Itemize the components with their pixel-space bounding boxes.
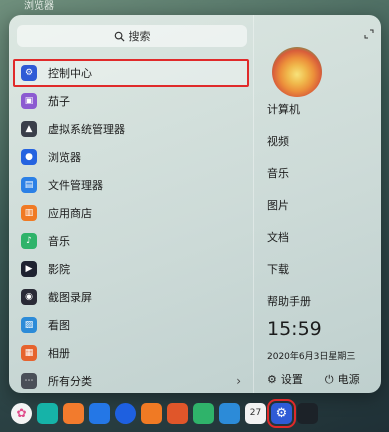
dock: ✿ 27 ⚙ <box>7 398 385 428</box>
app-item-browser[interactable]: ● 浏览器 <box>9 143 253 171</box>
app-item-label: 文件管理器 <box>48 179 103 192</box>
app-item-album[interactable]: ▦ 相册 <box>9 339 253 367</box>
app-item-label: 影院 <box>48 263 70 276</box>
app-item-file-manager[interactable]: ▤ 文件管理器 <box>9 171 253 199</box>
dock-browser-icon[interactable] <box>115 402 136 424</box>
link-help-manual[interactable]: 帮助手册 <box>267 293 311 309</box>
app-item-label: 截图录屏 <box>48 291 92 304</box>
app-item-label: 浏览器 <box>48 151 81 164</box>
launcher-left-pane: 搜索 ⚙ 控制中心 ▣ 茄子 ▲ 虚拟系统管理器 ● 浏览器 ▤ 文件管理器 ▥ 应用商店 ♪ 音乐 ▶ 影院… <box>9 15 253 393</box>
dock-store-icon[interactable] <box>141 402 162 424</box>
dock-control-center-icon[interactable]: ⚙ <box>267 398 296 428</box>
album-icon: ▦ <box>21 345 37 361</box>
app-item-label: 音乐 <box>48 235 70 248</box>
app-item-all-categories[interactable]: ⋯ 所有分类 › <box>9 367 253 393</box>
app-item-label: 控制中心 <box>48 67 92 80</box>
app-item-label: 茄子 <box>48 95 70 108</box>
link-music[interactable]: 音乐 <box>267 165 289 181</box>
search-icon <box>114 31 125 42</box>
clock-date: 2020年6月3日星期三 <box>267 352 356 362</box>
file-manager-icon: ▤ <box>21 177 37 193</box>
eggplant-icon: ▣ <box>21 93 37 109</box>
clock-time: 15:59 <box>267 318 322 340</box>
link-video[interactable]: 视频 <box>267 133 289 149</box>
dock-calendar-icon[interactable]: 27 <box>245 402 266 424</box>
browser-icon: ● <box>21 149 37 165</box>
virtual-machine-icon: ▲ <box>21 121 37 137</box>
dock-file-manager-icon[interactable] <box>89 402 110 424</box>
link-downloads[interactable]: 下载 <box>267 261 289 277</box>
launcher-window: 搜索 ⚙ 控制中心 ▣ 茄子 ▲ 虚拟系统管理器 ● 浏览器 ▤ 文件管理器 ▥ 应用商店 ♪ 音乐 ▶ 影院… <box>9 15 381 393</box>
dock-app-store-icon[interactable] <box>63 402 84 424</box>
app-item-virtual-machine[interactable]: ▲ 虚拟系统管理器 <box>9 115 253 143</box>
search-placeholder: 搜索 <box>128 30 151 43</box>
link-documents[interactable]: 文档 <box>267 229 289 245</box>
app-item-label: 应用商店 <box>48 207 92 220</box>
gear-icon: ⚙ <box>267 373 277 386</box>
app-store-icon: ▥ <box>21 205 37 221</box>
music-icon: ♪ <box>21 233 37 249</box>
app-item-image-viewer[interactable]: ▨ 看图 <box>9 311 253 339</box>
image-viewer-icon: ▨ <box>21 317 37 333</box>
search-box[interactable]: 搜索 <box>17 25 247 47</box>
launcher-icon[interactable]: ✿ <box>11 402 32 424</box>
link-pictures[interactable]: 图片 <box>267 197 289 213</box>
control-center-icon: ⚙ <box>21 65 37 81</box>
app-item-label: 相册 <box>48 347 70 360</box>
app-item-control-center[interactable]: ⚙ 控制中心 <box>13 59 249 87</box>
dock-terminal-icon[interactable] <box>297 402 318 424</box>
topbar-title: 浏览器 <box>24 1 54 12</box>
screenshot-icon: ◉ <box>21 289 37 305</box>
power-icon: ⏻ <box>324 373 334 386</box>
all-categories-icon: ⋯ <box>21 373 37 389</box>
fullscreen-expand-icon[interactable] <box>364 29 374 39</box>
settings-button[interactable]: ⚙ 设置 <box>267 371 303 387</box>
settings-label: 设置 <box>280 373 303 386</box>
bottom-actions: ⚙ 设置 ⏻ 电源 <box>267 371 360 387</box>
power-button[interactable]: ⏻ 电源 <box>325 371 360 387</box>
app-item-screenshot[interactable]: ◉ 截图录屏 <box>9 283 253 311</box>
user-avatar[interactable] <box>272 47 322 97</box>
multitask-view-icon[interactable] <box>37 402 58 424</box>
movie-icon: ▶ <box>21 261 37 277</box>
power-label: 电源 <box>337 373 360 386</box>
app-item-eggplant[interactable]: ▣ 茄子 <box>9 87 253 115</box>
chevron-right-icon: › <box>236 374 241 388</box>
app-list: ⚙ 控制中心 ▣ 茄子 ▲ 虚拟系统管理器 ● 浏览器 ▤ 文件管理器 ▥ 应用商店 ♪ 音乐 ▶ 影院 ◉ 截图… <box>9 59 253 393</box>
dock-album-icon[interactable] <box>167 402 188 424</box>
app-item-app-store[interactable]: ▥ 应用商店 <box>9 199 253 227</box>
app-item-label: 虚拟系统管理器 <box>48 123 125 136</box>
launcher-right-pane: 计算机 视频 音乐 图片 文档 下载 帮助手册 15:59 2020年6月3日星… <box>253 15 381 393</box>
dock-music-icon[interactable] <box>193 402 214 424</box>
app-item-label: 所有分类 <box>48 375 92 388</box>
link-computer[interactable]: 计算机 <box>267 101 300 117</box>
app-item-label: 看图 <box>48 319 70 332</box>
app-item-movie[interactable]: ▶ 影院 <box>9 255 253 283</box>
dock-document-viewer-icon[interactable] <box>219 402 240 424</box>
app-item-music[interactable]: ♪ 音乐 <box>9 227 253 255</box>
